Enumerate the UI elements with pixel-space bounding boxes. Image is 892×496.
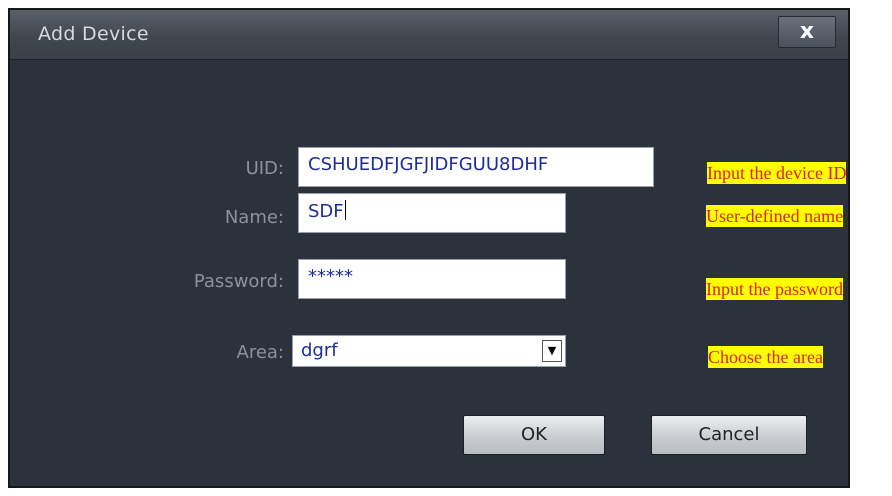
name-label: Name:	[224, 207, 284, 228]
dropdown-arrow-icon[interactable]: ▼	[542, 340, 562, 362]
title-bar[interactable]: Add Device x	[10, 10, 848, 60]
area-value: dgrf	[301, 340, 338, 361]
password-value: *****	[308, 266, 353, 287]
close-icon: x	[799, 19, 815, 44]
annotation-password: Input the password	[706, 278, 843, 300]
area-select[interactable]: dgrf ▼	[292, 335, 566, 367]
password-input[interactable]: *****	[298, 259, 566, 299]
uid-label: UID:	[245, 158, 284, 179]
password-label: Password:	[193, 271, 284, 292]
text-caret	[344, 200, 346, 220]
name-input[interactable]: SDF	[298, 193, 566, 233]
annotation-area: Choose the area	[708, 346, 823, 368]
annotation-uid: Input the device ID	[707, 162, 847, 184]
close-button[interactable]: x	[778, 16, 836, 48]
cancel-button[interactable]: Cancel	[651, 415, 807, 455]
ok-button[interactable]: OK	[463, 415, 605, 455]
uid-input[interactable]: CSHUEDFJGFJIDFGUU8DHF	[298, 147, 654, 187]
name-value: SDF	[308, 201, 344, 222]
annotation-name: User-defined name	[706, 205, 844, 227]
uid-value: CSHUEDFJGFJIDFGUU8DHF	[308, 154, 549, 175]
area-label: Area:	[236, 342, 285, 363]
add-device-dialog: Add Device x UID: CSHUEDFJGFJIDFGUU8DHF …	[8, 8, 850, 488]
dialog-title: Add Device	[38, 23, 149, 45]
